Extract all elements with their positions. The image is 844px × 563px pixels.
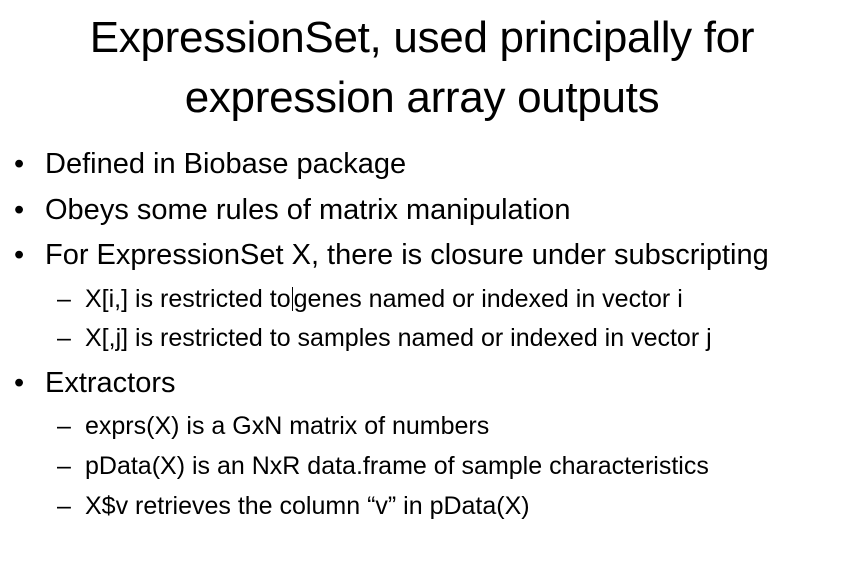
bullet-item: • For ExpressionSet X, there is closure u…: [14, 237, 769, 273]
bullet-text: Extractors: [45, 367, 176, 399]
sub-bullet-text: exprs(X) is a GxN matrix of numbers: [85, 412, 490, 440]
bullet-text: Defined in Biobase package: [45, 148, 407, 180]
bullet-list: • Defined in Biobase package • Obeys some …: [0, 0, 844, 563]
sub-bullet-text: genes named or indexed in vector i: [293, 285, 683, 313]
sub-bullet-text: X$v retrieves the column “v” in pData(X): [85, 492, 530, 520]
sub-bullet-text: X[,j] is restricted to samples named or …: [85, 324, 712, 352]
bullet-text: For ExpressionSet X, there is closure un…: [45, 239, 769, 271]
bullet-item: • Defined in Biobase package: [14, 146, 406, 182]
sub-bullet-marker: –: [57, 324, 71, 352]
sub-bullet-text: X[i,] is restricted to: [85, 285, 291, 313]
bullet-marker: •: [14, 239, 25, 271]
sub-bullet-item: – exprs(X) is a GxN matrix of numbers: [57, 410, 489, 442]
bullet-marker: •: [14, 148, 25, 180]
sub-bullet-item: – pData(X) is an NxR data.frame of sample…: [57, 450, 709, 482]
bullet-marker: •: [14, 194, 25, 226]
bullet-text: Obeys some rules of matrix manipulation: [45, 194, 571, 226]
bullet-marker: •: [14, 367, 25, 399]
sub-bullet-marker: –: [57, 452, 71, 480]
sub-bullet-marker: –: [57, 492, 71, 520]
bullet-item: • Obeys some rules of matrix manipulation: [14, 192, 570, 228]
sub-bullet-item: – X[i,] is restricted to genes named or in…: [57, 283, 683, 315]
bullet-item: • Extractors: [14, 365, 176, 401]
sub-bullet-text: pData(X) is an NxR data.frame of sample …: [85, 452, 709, 480]
slide: ExpressionSet, used principally for expr…: [0, 0, 844, 563]
text-cursor: [291, 287, 293, 311]
sub-bullet-item: – X$v retrieves the column “v” in pData(X…: [57, 490, 530, 522]
sub-bullet-item: – X[,j] is restricted to samples named or…: [57, 322, 712, 354]
sub-bullet-marker: –: [57, 285, 71, 313]
sub-bullet-marker: –: [57, 412, 71, 440]
